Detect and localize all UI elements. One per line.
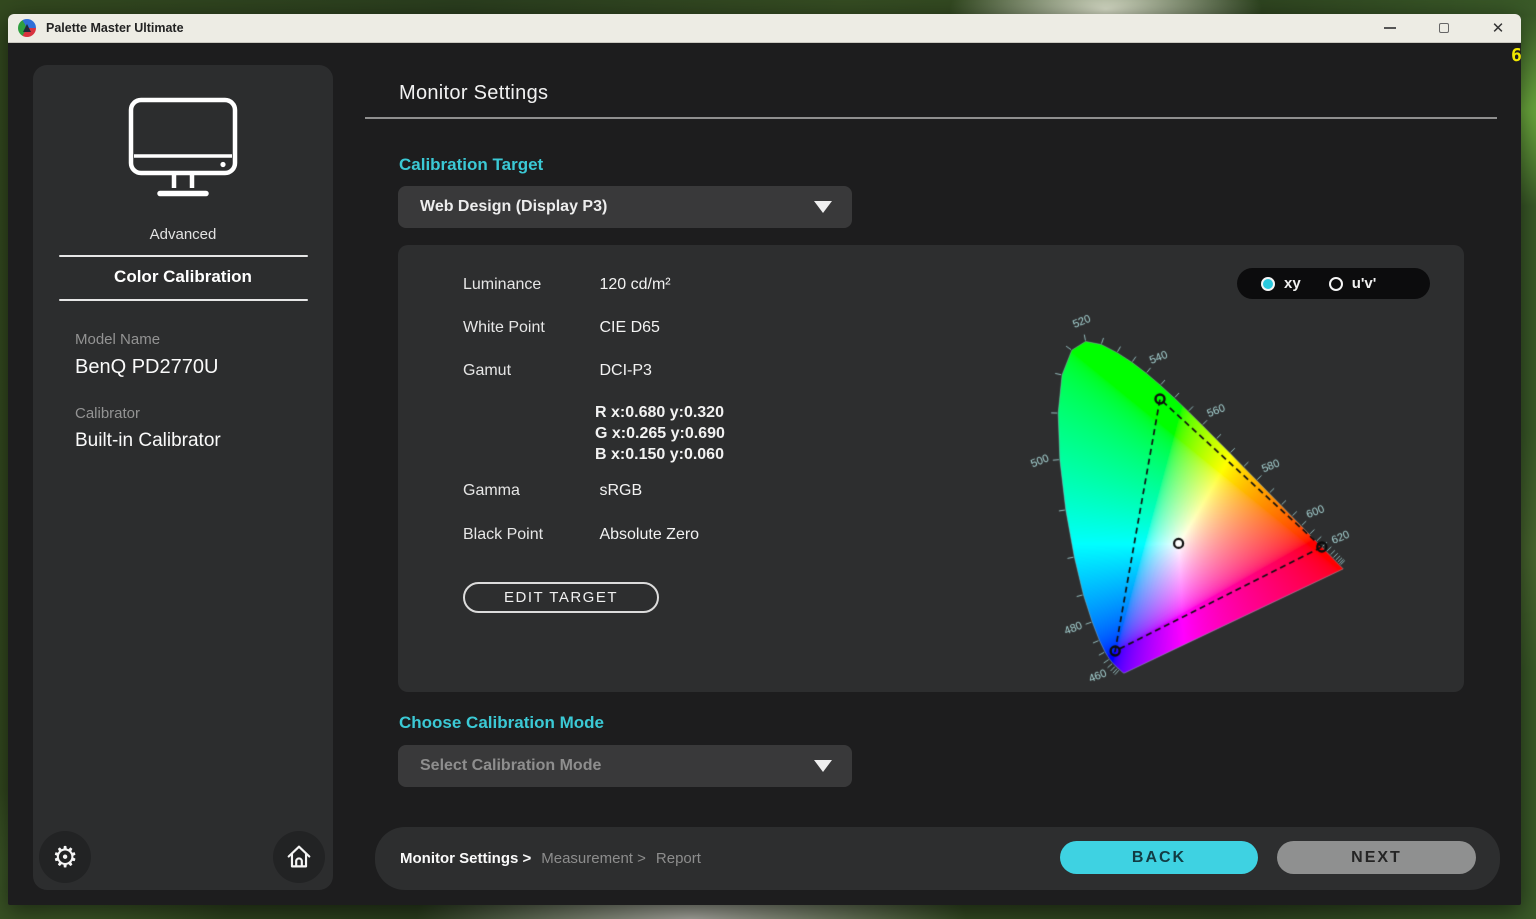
title-separator [365,117,1497,119]
gamut-red-xy: R x:0.680 y:0.320 [595,402,725,423]
settings-button[interactable]: ⚙ [39,831,91,883]
back-button[interactable]: BACK [1060,841,1258,874]
gamut-row: Gamut DCI-P3 [463,362,652,380]
gamut-label: Gamut [463,362,595,380]
page-title: Monitor Settings [399,82,548,105]
white-point-label: White Point [463,319,595,337]
calibrator-value: Built-in Calibrator [75,430,333,452]
breadcrumb-report: Report [656,850,701,867]
chromaticity-diagram [1005,298,1435,703]
sidebar-mode-label: Advanced [33,226,333,243]
calibration-target-dropdown[interactable]: Web Design (Display P3) [398,186,852,228]
gamut-green-xy: G x:0.265 y:0.690 [595,423,725,444]
close-button[interactable]: ✕ [1491,21,1505,35]
maximize-button[interactable] [1437,21,1451,35]
footer-bar: Monitor Settings > Measurement > Report … [375,827,1500,890]
home-icon [284,842,314,872]
radio-circle-icon [1329,277,1343,291]
sidebar-section-title: Color Calibration [33,267,333,287]
radio-uv[interactable]: u'v' [1329,275,1377,292]
next-button[interactable]: NEXT [1277,841,1476,874]
black-point-row: Black Point Absolute Zero [463,526,699,544]
gamut-rgb-coordinates: R x:0.680 y:0.320 G x:0.265 y:0.690 B x:… [595,402,725,465]
color-space-toggle: xy u'v' [1237,268,1430,299]
app-window: Palette Master Ultimate ✕ 6 Advanced Col… [8,14,1521,905]
black-point-value: Absolute Zero [599,526,699,543]
breadcrumb-measurement: Measurement > [541,850,646,867]
luminance-label: Luminance [463,276,595,294]
edit-target-button[interactable]: EDIT TARGET [463,582,659,613]
minimize-button[interactable] [1383,21,1397,35]
radio-uv-label: u'v' [1352,275,1377,292]
breadcrumb-monitor-settings: Monitor Settings > [400,850,531,867]
maximize-icon [1439,23,1449,33]
gamut-value: DCI-P3 [599,362,651,379]
calibrator-label: Calibrator [75,405,333,422]
radio-xy[interactable]: xy [1261,275,1301,292]
gamma-label: Gamma [463,482,595,500]
minimize-icon [1384,27,1396,29]
gamma-row: Gamma sRGB [463,482,642,500]
white-point-value: CIE D65 [599,319,659,336]
calibration-target-value: Web Design (Display P3) [420,198,607,216]
model-name-value: BenQ PD2770U [75,356,333,379]
sidebar-divider [59,255,308,257]
radio-xy-label: xy [1284,275,1301,292]
gamma-value: sRGB [599,482,642,499]
black-point-label: Black Point [463,526,595,544]
app-logo-icon [18,19,36,37]
chevron-down-icon [814,201,832,213]
breadcrumb: Monitor Settings > Measurement > Report [400,827,701,890]
overlay-count-badge: 6 [1511,45,1521,66]
monitor-icon [113,95,253,200]
home-button[interactable] [273,831,325,883]
calibration-mode-dropdown[interactable]: Select Calibration Mode [398,745,852,787]
radio-circle-icon [1261,277,1275,291]
white-point-row: White Point CIE D65 [463,319,660,337]
close-icon: ✕ [1492,21,1505,36]
sidebar: Advanced Color Calibration Model Name Be… [33,65,333,890]
sidebar-divider [59,299,308,301]
window-title: Palette Master Ultimate [46,21,184,35]
luminance-value: 120 cd/m² [599,276,670,293]
calibration-mode-heading: Choose Calibration Mode [399,713,604,733]
titlebar: Palette Master Ultimate ✕ [8,14,1521,43]
model-name-label: Model Name [75,331,333,348]
target-details-panel: Luminance 120 cd/m² White Point CIE D65 … [398,245,1464,692]
calibration-mode-placeholder: Select Calibration Mode [420,757,601,775]
luminance-row: Luminance 120 cd/m² [463,276,671,294]
gamut-blue-xy: B x:0.150 y:0.060 [595,444,725,465]
gear-icon: ⚙ [52,843,78,872]
chevron-down-icon [814,760,832,772]
calibration-target-heading: Calibration Target [399,155,543,175]
